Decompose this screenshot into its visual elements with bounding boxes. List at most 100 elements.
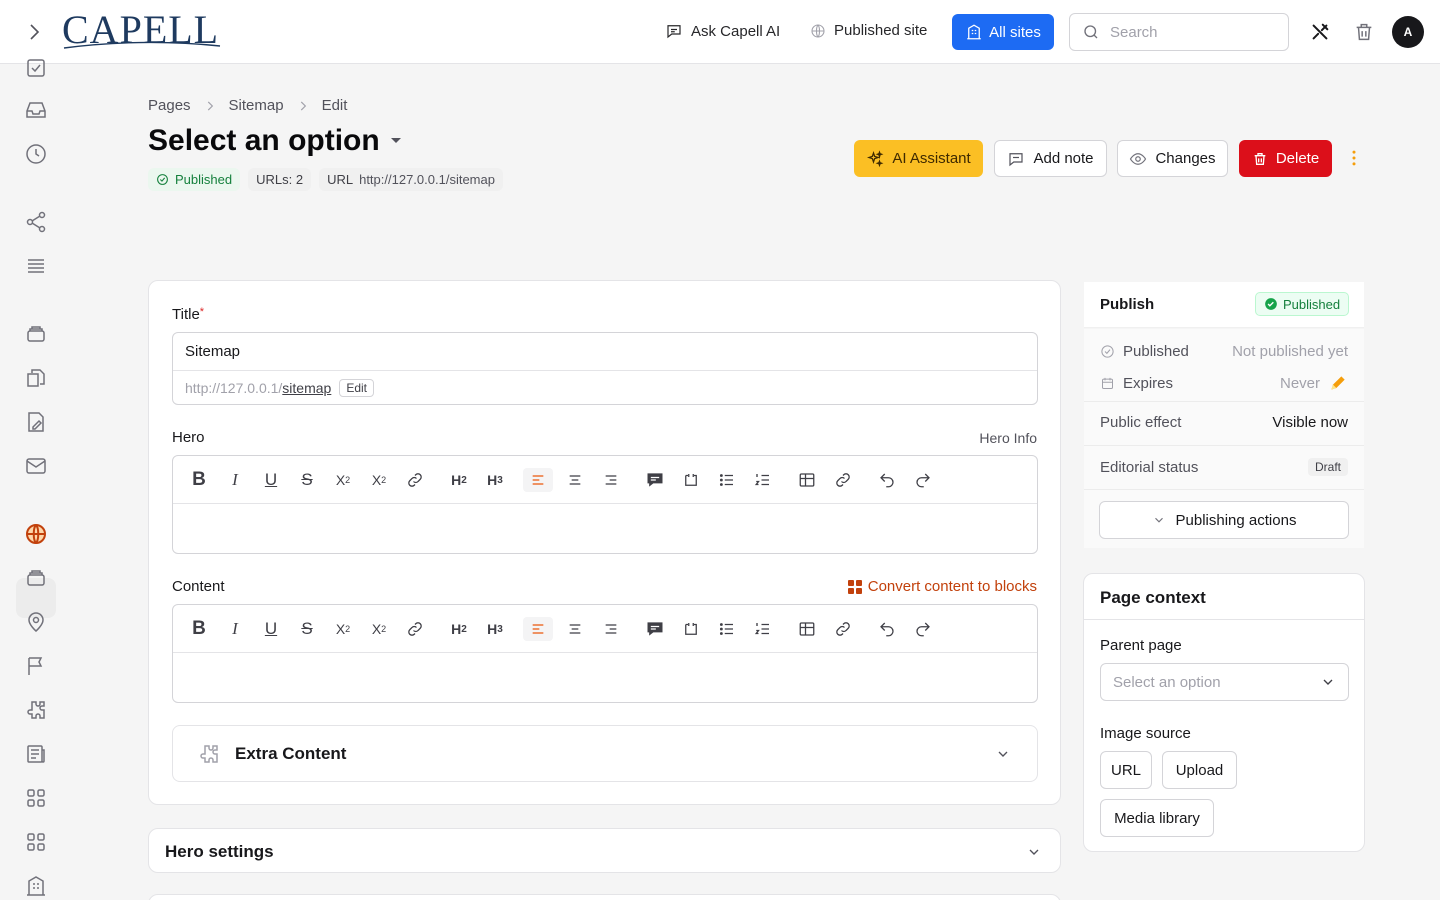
superscript-icon[interactable]: X2: [367, 617, 391, 641]
strikethrough-icon[interactable]: S: [295, 468, 319, 492]
globe-active-icon[interactable]: [24, 522, 48, 546]
parent-page-select[interactable]: Select an option: [1100, 663, 1349, 701]
embed-icon[interactable]: [679, 617, 703, 641]
url-slug[interactable]: sitemap: [282, 380, 331, 396]
subscript-icon[interactable]: X2: [331, 617, 355, 641]
newspaper-icon[interactable]: [24, 742, 48, 766]
underline-icon[interactable]: U: [259, 468, 283, 492]
checkbox-icon[interactable]: [24, 56, 48, 80]
page-context-title: Page context: [1100, 588, 1206, 607]
subscript-icon[interactable]: X2: [331, 468, 355, 492]
inbox-icon[interactable]: [24, 98, 48, 122]
changes-button[interactable]: Changes: [1117, 140, 1228, 177]
search-input[interactable]: [1110, 23, 1270, 41]
more-vertical-icon[interactable]: [1344, 148, 1364, 168]
undo-icon[interactable]: [875, 468, 899, 492]
redo-icon[interactable]: [911, 468, 935, 492]
share-icon[interactable]: [24, 210, 48, 234]
pencil-icon[interactable]: [1328, 373, 1348, 393]
stack-icon-2[interactable]: [24, 566, 48, 590]
chevron-down-icon[interactable]: [1026, 844, 1042, 860]
embed-icon[interactable]: [679, 468, 703, 492]
bullet-list-icon[interactable]: [715, 617, 739, 641]
grid-icon-2[interactable]: [24, 830, 48, 854]
strikethrough-icon[interactable]: S: [295, 617, 319, 641]
italic-icon[interactable]: I: [223, 468, 247, 492]
url-edit-button[interactable]: Edit: [339, 378, 375, 397]
align-center-icon[interactable]: [563, 468, 587, 492]
breadcrumb-sitemap[interactable]: Sitemap: [229, 97, 284, 114]
avatar[interactable]: A: [1392, 16, 1424, 48]
chevron-right-icon[interactable]: [22, 20, 46, 44]
grid-icon[interactable]: [24, 786, 48, 810]
media-library-button[interactable]: Media library: [1100, 799, 1214, 837]
ask-ai-link[interactable]: Ask Capell AI: [665, 22, 780, 40]
bold-icon[interactable]: B: [187, 468, 211, 492]
hero-editor[interactable]: B I U S X2 X2 H2 H3: [172, 455, 1038, 554]
url-source-button[interactable]: URL: [1100, 751, 1152, 789]
clock-icon[interactable]: [24, 142, 48, 166]
link-icon[interactable]: [403, 468, 427, 492]
bullet-list-icon[interactable]: [715, 468, 739, 492]
attachment-icon[interactable]: [831, 468, 855, 492]
tools-icon[interactable]: [1309, 21, 1331, 43]
comment-icon[interactable]: [643, 468, 667, 492]
search-box[interactable]: [1069, 13, 1289, 51]
delete-button[interactable]: Delete: [1239, 140, 1332, 177]
all-sites-button[interactable]: All sites: [952, 14, 1054, 50]
building-icon-sidebar[interactable]: [24, 874, 48, 898]
breadcrumb-pages[interactable]: Pages: [148, 97, 191, 114]
title-field[interactable]: Sitemap http://127.0.0.1/sitemap Edit: [172, 332, 1038, 405]
extra-content-section[interactable]: Extra Content: [172, 725, 1038, 782]
flag-icon[interactable]: [24, 654, 48, 678]
breadcrumb: Pages Sitemap Edit: [148, 97, 347, 114]
puzzle-icon[interactable]: [24, 698, 48, 722]
heading3-icon[interactable]: H3: [483, 617, 507, 641]
document-edit-icon[interactable]: [24, 410, 48, 434]
hero-settings-section[interactable]: Hero settings: [148, 828, 1061, 873]
bold-icon[interactable]: B: [187, 617, 211, 641]
location-icon[interactable]: [24, 610, 48, 634]
publishing-actions-button[interactable]: Publishing actions: [1099, 501, 1349, 539]
comment-icon[interactable]: [643, 617, 667, 641]
align-center-icon[interactable]: [563, 617, 587, 641]
link-icon[interactable]: [403, 617, 427, 641]
page-title-select[interactable]: Select an option: [148, 124, 402, 158]
table-icon[interactable]: [795, 468, 819, 492]
underline-icon[interactable]: U: [259, 617, 283, 641]
add-note-button[interactable]: Add note: [994, 140, 1107, 177]
list-icon[interactable]: [24, 254, 48, 278]
publish-panel: Publish Published Published Not publishe…: [1084, 282, 1364, 548]
undo-icon[interactable]: [875, 617, 899, 641]
italic-icon[interactable]: I: [223, 617, 247, 641]
mail-icon[interactable]: [24, 454, 48, 478]
documents-icon[interactable]: [24, 366, 48, 390]
puzzle-icon: [200, 744, 218, 763]
stack-icon[interactable]: [24, 322, 48, 346]
redo-icon[interactable]: [911, 617, 935, 641]
align-left-icon[interactable]: [523, 617, 553, 641]
extra-content-label: Extra Content: [235, 743, 347, 763]
heading2-icon[interactable]: H2: [447, 468, 471, 492]
heading2-icon[interactable]: H2: [447, 617, 471, 641]
chevron-down-icon[interactable]: [995, 746, 1011, 762]
ai-assistant-button[interactable]: AI Assistant: [854, 140, 983, 177]
attachment-icon[interactable]: [831, 617, 855, 641]
table-icon[interactable]: [795, 617, 819, 641]
content-editor[interactable]: B I U S X2 X2 H2 H3: [172, 604, 1038, 703]
upload-button[interactable]: Upload: [1162, 751, 1237, 789]
align-left-icon[interactable]: [523, 468, 553, 492]
url-pill[interactable]: URL http://127.0.0.1/sitemap: [319, 168, 503, 191]
superscript-icon[interactable]: X2: [367, 468, 391, 492]
numbered-list-icon[interactable]: [751, 468, 775, 492]
published-site-link[interactable]: Published site: [810, 22, 927, 39]
publish-header: Publish Published: [1084, 282, 1364, 328]
convert-blocks-button[interactable]: Convert content to blocks: [847, 578, 1037, 595]
blocks-icon: [847, 579, 862, 594]
align-right-icon[interactable]: [599, 468, 623, 492]
numbered-list-icon[interactable]: [751, 617, 775, 641]
align-right-icon[interactable]: [599, 617, 623, 641]
trash-icon[interactable]: [1353, 21, 1375, 43]
title-input[interactable]: Sitemap: [185, 343, 240, 360]
heading3-icon[interactable]: H3: [483, 468, 507, 492]
